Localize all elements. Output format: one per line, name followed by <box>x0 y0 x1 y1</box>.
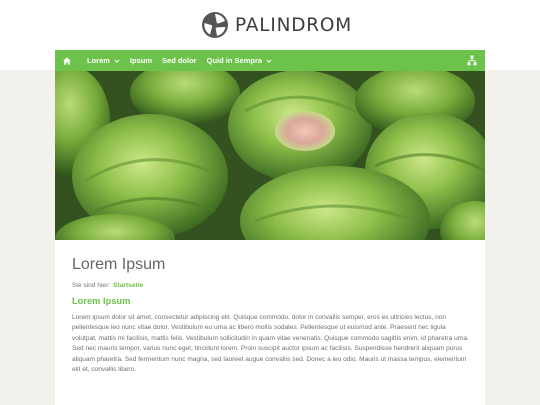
body-paragraph: Lorem ipsum dolor sit amet, consectetur … <box>72 314 469 374</box>
site-header: PALINDROM <box>0 0 540 50</box>
page-title: Lorem Ipsum <box>72 256 166 273</box>
brussels-sprouts-photo <box>55 71 485 240</box>
breadcrumb-link-startseite[interactable]: Startseite <box>113 282 143 289</box>
chevron-down-icon <box>114 58 120 63</box>
nav-item-label: Quid in Sempra <box>206 56 263 65</box>
sitemap-icon[interactable] <box>467 55 477 66</box>
breadcrumb-prefix: Sie sind hier: <box>72 282 111 289</box>
nav-item-label: Ipsum <box>129 56 153 65</box>
logo-icon <box>202 12 228 38</box>
nav-item-sed-dolor[interactable]: Sed dolor <box>162 50 197 71</box>
breadcrumb: Sie sind hier: Startseite <box>72 282 143 289</box>
nav-item-quid-in-sempra[interactable]: Quid in Sempra <box>207 50 272 71</box>
chevron-down-icon <box>266 58 272 63</box>
nav-item-ipsum[interactable]: Ipsum <box>130 50 152 71</box>
hero-image <box>55 71 485 240</box>
section-heading: Lorem Ipsum <box>72 296 131 306</box>
brand-name: PALINDROM <box>235 14 353 36</box>
nav-item-label: Sed dolor <box>162 56 197 65</box>
home-icon <box>63 56 71 65</box>
nav-item-label: Lorem <box>87 56 110 65</box>
main-content: Lorem Ipsum Sie sind hier: Startseite Lo… <box>55 240 485 405</box>
main-navigation: Lorem Ipsum Sed dolor Quid in Sempra <box>55 50 485 71</box>
nav-item-lorem[interactable]: Lorem <box>87 50 120 71</box>
nav-home-link[interactable] <box>57 50 77 71</box>
site-logo[interactable]: PALINDROM <box>201 10 352 40</box>
